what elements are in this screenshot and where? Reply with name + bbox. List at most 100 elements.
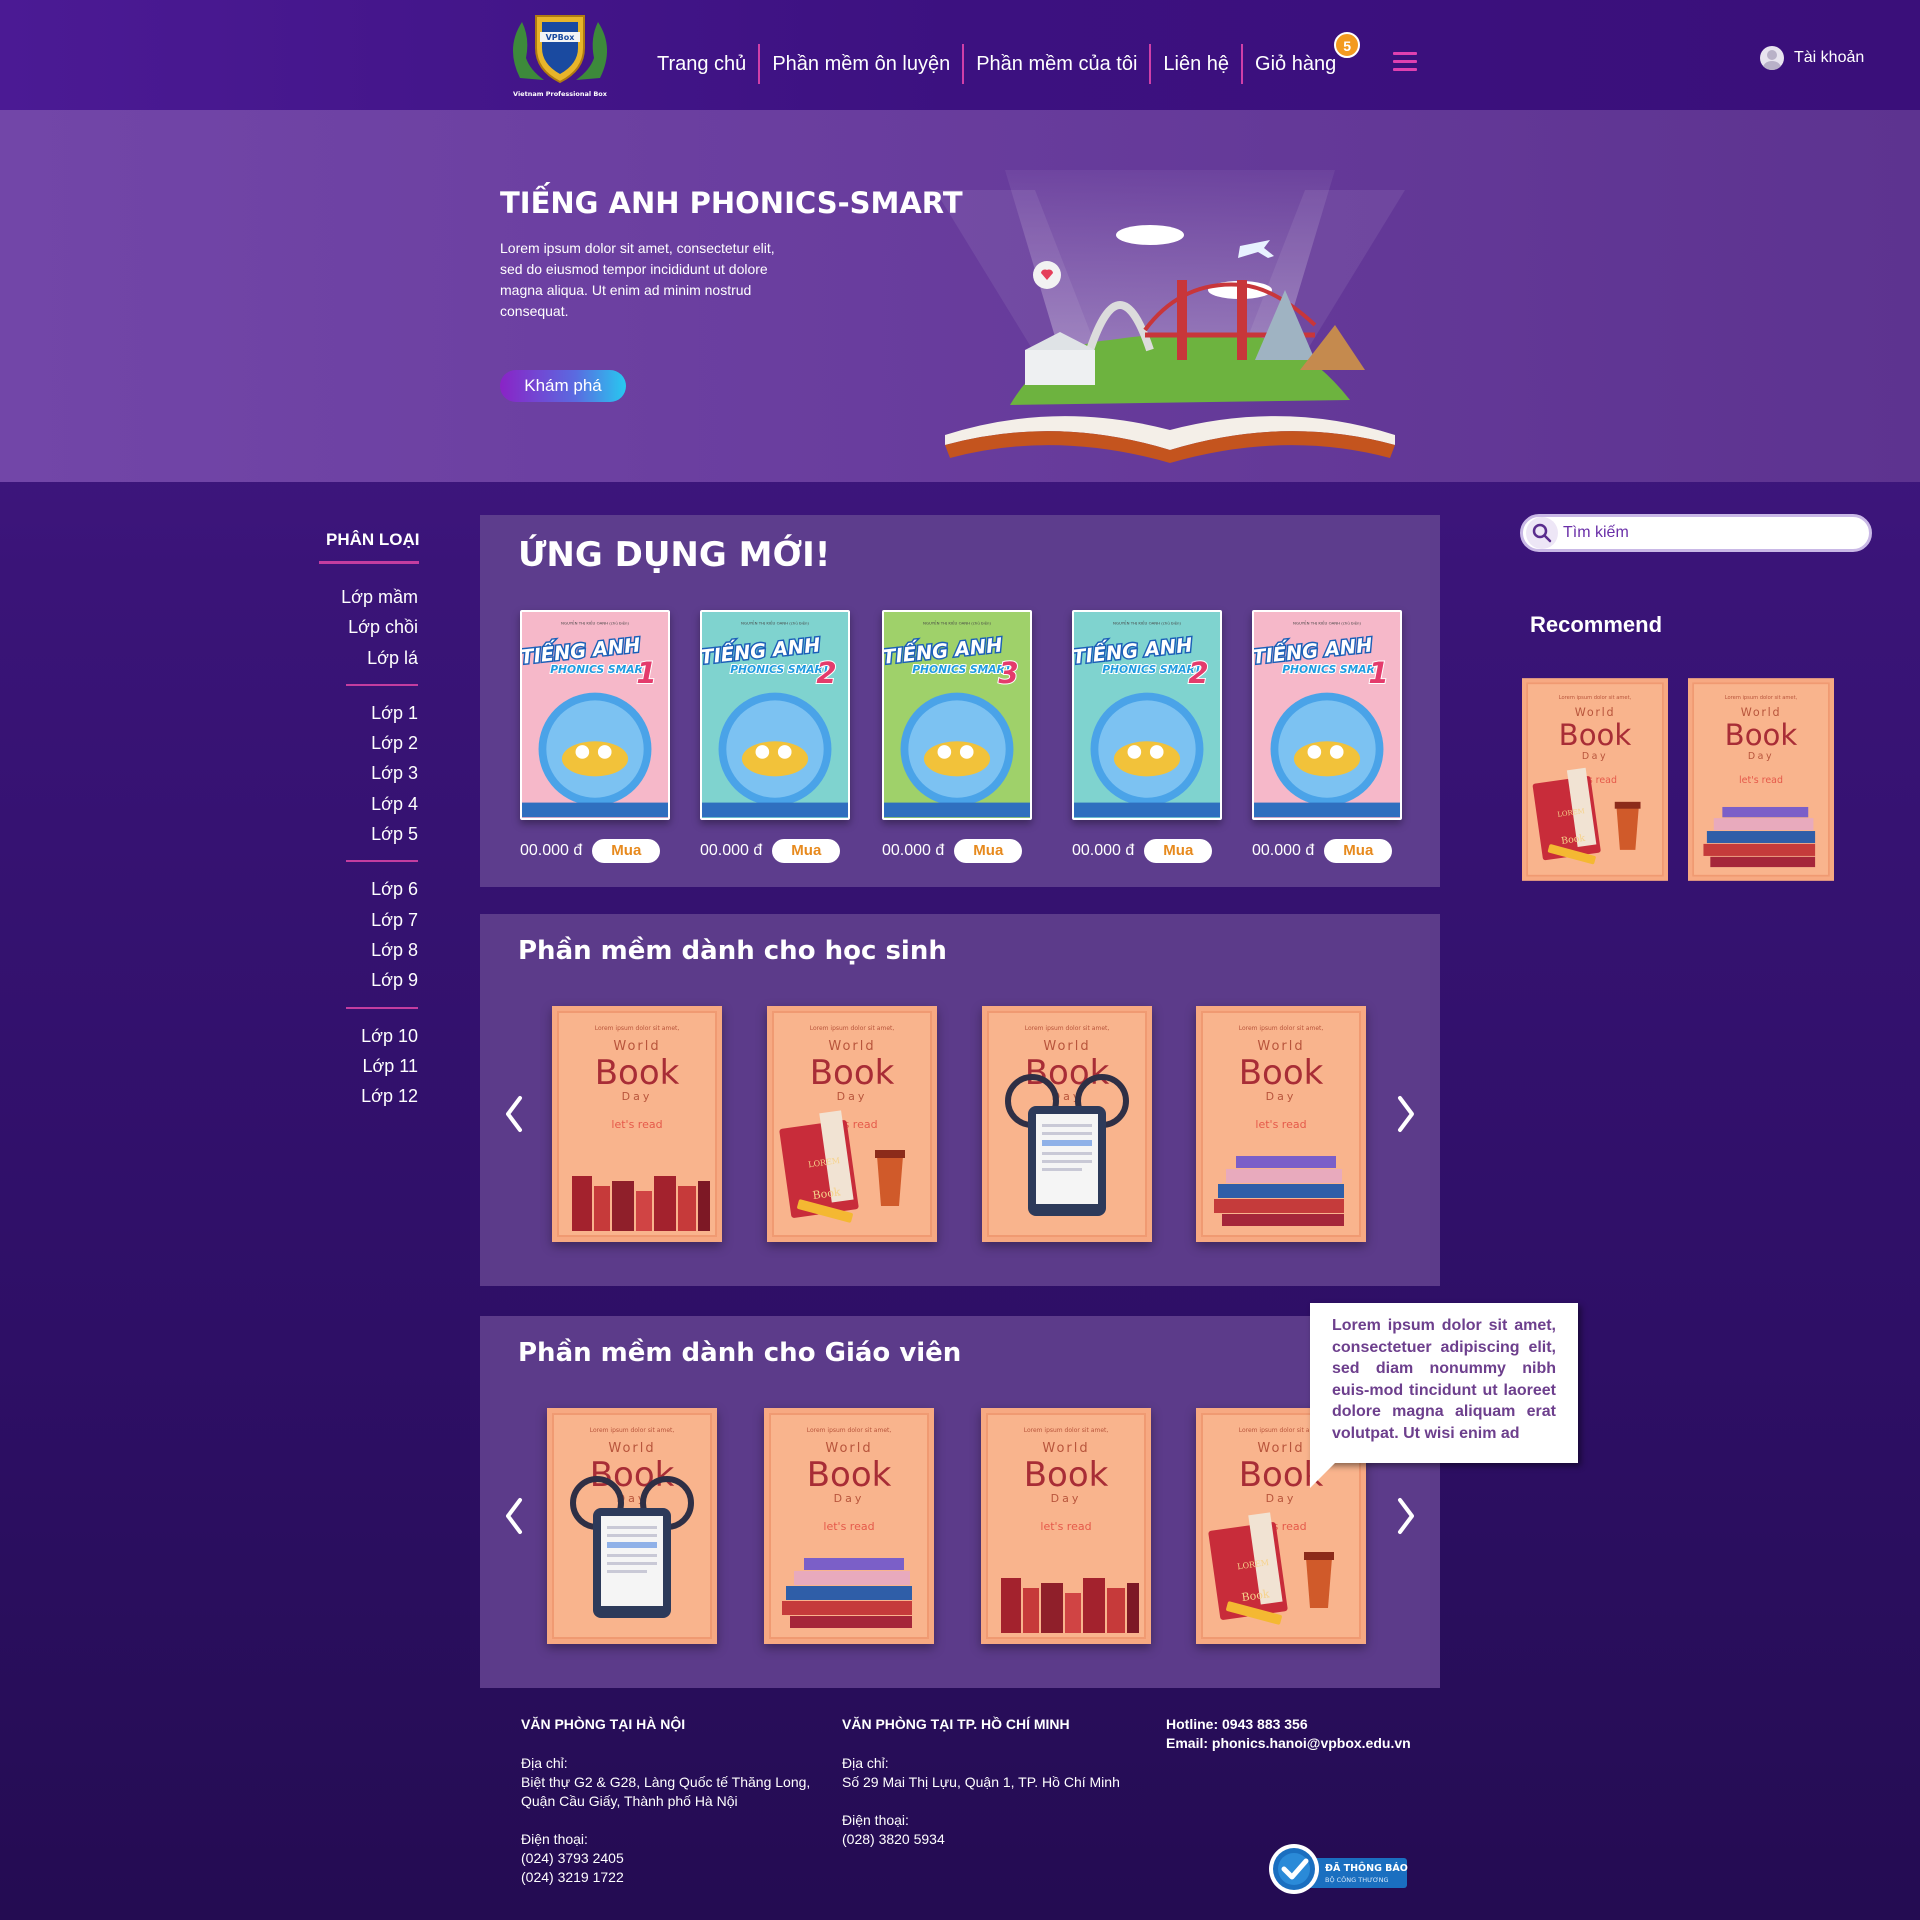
- svg-text:World: World: [1257, 1441, 1304, 1456]
- svg-text:Lorem ipsum dolor sit amet,: Lorem ipsum dolor sit amet,: [1559, 695, 1632, 701]
- product-cover-image[interactable]: NGUYỄN THỊ KIỀU OANH (chủ biên) TIẾNG AN…: [879, 610, 1032, 820]
- nav-contact[interactable]: Liên hệ: [1151, 44, 1241, 84]
- badge-title: ĐÃ THÔNG BÁO: [1325, 1862, 1408, 1874]
- search-bar: [1520, 514, 1872, 552]
- category-item[interactable]: Lớp 6: [300, 874, 418, 904]
- svg-text:Day: Day: [1266, 1492, 1297, 1505]
- category-item[interactable]: Lớp 5: [300, 819, 418, 849]
- software-book-card[interactable]: Lorem ipsum dolor sit amet, World Book D…: [764, 1408, 934, 1644]
- svg-text:World: World: [1575, 706, 1616, 719]
- footer-hotline[interactable]: Hotline: 0943 883 356: [1166, 1715, 1411, 1734]
- buy-button[interactable]: Mua: [954, 839, 1023, 863]
- footer-hcm-office: VĂN PHÒNG TẠI TP. HỒ CHÍ MINH Địa chỉ: S…: [842, 1715, 1120, 1849]
- footer-address-line: Quận Cầu Giấy, Thành phố Hà Nội: [521, 1793, 738, 1809]
- category-item[interactable]: Lớp lá: [300, 643, 418, 673]
- product-cover-image[interactable]: NGUYỄN THỊ KIỀU OANH (chủ biên) TIẾNG AN…: [517, 610, 670, 820]
- category-title: PHÂN LOẠI: [326, 530, 420, 549]
- category-item[interactable]: Lớp 1: [300, 698, 418, 728]
- nav-practice-software[interactable]: Phần mềm ôn luyện: [760, 44, 962, 84]
- category-item[interactable]: Lớp 11: [300, 1051, 418, 1081]
- search-input[interactable]: [1563, 524, 1853, 542]
- category-item[interactable]: Lớp 12: [300, 1081, 418, 1111]
- product-price: 00.000 đ: [520, 842, 583, 859]
- category-item[interactable]: Lớp 7: [300, 905, 418, 935]
- hamburger-menu-icon[interactable]: [1393, 52, 1417, 72]
- svg-text:World: World: [1042, 1441, 1089, 1456]
- software-book-card[interactable]: Lorem ipsum dolor sit amet, World Book D…: [552, 1006, 722, 1242]
- price-row: 00.000 đ Mua: [700, 839, 850, 863]
- product-price: 00.000 đ: [700, 842, 763, 859]
- buy-button[interactable]: Mua: [1144, 839, 1213, 863]
- software-book-card[interactable]: Lorem ipsum dolor sit amet, World Book D…: [982, 1006, 1152, 1242]
- footer-phone[interactable]: (028) 3820 5934: [842, 1830, 1120, 1849]
- product-card: NGUYỄN THỊ KIỀU OANH (chủ biên) TIẾNG AN…: [697, 610, 850, 863]
- product-price: 00.000 đ: [1252, 842, 1315, 859]
- svg-text:World: World: [1257, 1039, 1304, 1054]
- software-book-card[interactable]: Lorem ipsum dolor sit amet, World Book D…: [981, 1408, 1151, 1644]
- software-book-card[interactable]: Lorem ipsum dolor sit amet, World Book D…: [547, 1408, 717, 1644]
- top-header: VPBox Vietnam Professional Box Trang chủ…: [0, 0, 1920, 110]
- footer-address-label: Địa chỉ:: [521, 1755, 568, 1771]
- svg-text:Day: Day: [1266, 1090, 1297, 1103]
- buy-button[interactable]: Mua: [592, 839, 661, 863]
- hero-description: Lorem ipsum dolor sit amet, consectetur …: [500, 240, 775, 319]
- software-book-card[interactable]: Lorem ipsum dolor sit amet, World Book D…: [1196, 1006, 1366, 1242]
- search-icon[interactable]: [1525, 516, 1559, 550]
- chevron-left-icon[interactable]: [502, 1094, 526, 1134]
- chevron-left-icon[interactable]: [502, 1496, 526, 1536]
- footer-address-line: Biệt thự G2 & G28, Làng Quốc tế Thăng Lo…: [521, 1774, 811, 1790]
- nav-my-software[interactable]: Phần mềm của tôi: [964, 44, 1149, 84]
- svg-text:Vietnam Professional Box: Vietnam Professional Box: [513, 90, 608, 98]
- buy-button[interactable]: Mua: [1324, 839, 1393, 863]
- cart-count-badge: 5: [1334, 32, 1361, 58]
- svg-text:Book: Book: [1725, 718, 1798, 752]
- svg-text:Lorem ipsum dolor sit amet,: Lorem ipsum dolor sit amet,: [595, 1025, 680, 1032]
- category-divider: [346, 1006, 418, 1009]
- svg-text:Lorem ipsum dolor sit amet,: Lorem ipsum dolor sit amet,: [1725, 695, 1798, 701]
- product-card: NGUYỄN THỊ KIỀU OANH (chủ biên) TIẾNG AN…: [1249, 610, 1402, 863]
- teacher-software-panel: Phần mềm dành cho Giáo viên Lorem ipsum …: [480, 1316, 1440, 1688]
- svg-text:Day: Day: [837, 1090, 868, 1103]
- buy-button[interactable]: Mua: [772, 839, 841, 863]
- footer-contact: Hotline: 0943 883 356 Email: phonics.han…: [1166, 1715, 1411, 1753]
- footer-phone[interactable]: (024) 3219 1722: [521, 1868, 810, 1887]
- footer-phone[interactable]: (024) 3793 2405: [521, 1849, 810, 1868]
- nav-cart-label: Giỏ hàng: [1255, 53, 1337, 75]
- chevron-right-icon[interactable]: [1394, 1094, 1418, 1134]
- product-card: NGUYỄN THỊ KIỀU OANH (chủ biên) TIẾNG AN…: [879, 610, 1032, 863]
- recommend-book-card[interactable]: Lorem ipsum dolor sit amet, World Book D…: [1522, 678, 1668, 881]
- site-logo[interactable]: VPBox Vietnam Professional Box: [500, 8, 620, 100]
- account-link[interactable]: Tài khoản: [1760, 46, 1864, 70]
- svg-text:Lorem ipsum dolor sit amet,: Lorem ipsum dolor sit amet,: [810, 1025, 895, 1032]
- svg-text:Lorem ipsum dolor sit amet,: Lorem ipsum dolor sit amet,: [590, 1427, 675, 1434]
- price-row: 00.000 đ Mua: [1072, 839, 1222, 863]
- ministry-certified-badge[interactable]: ĐÃ THÔNG BÁO BỘ CÔNG THƯƠNG: [1267, 1842, 1409, 1896]
- svg-text:NGUYỄN THỊ KIỀU OANH (chủ biên: NGUYỄN THỊ KIỀU OANH (chủ biên): [741, 620, 809, 625]
- product-cover-image[interactable]: NGUYỄN THỊ KIỀU OANH (chủ biên) TIẾNG AN…: [697, 610, 850, 820]
- category-item[interactable]: Lớp 10: [300, 1021, 418, 1051]
- software-book-card[interactable]: Lorem ipsum dolor sit amet, World Book D…: [767, 1006, 937, 1242]
- footer-email[interactable]: Email: phonics.hanoi@vpbox.edu.vn: [1166, 1734, 1411, 1753]
- category-title-underline: [319, 561, 419, 564]
- category-item[interactable]: Lớp chồi: [300, 612, 418, 642]
- svg-text:NGUYỄN THỊ KIỀU OANH (chủ biên: NGUYỄN THỊ KIỀU OANH (chủ biên): [923, 620, 991, 625]
- nav-home[interactable]: Trang chủ: [645, 44, 758, 84]
- svg-text:1: 1: [636, 656, 656, 690]
- category-item[interactable]: Lớp 2: [300, 728, 418, 758]
- category-item[interactable]: Lớp 3: [300, 758, 418, 788]
- category-item[interactable]: Lớp 8: [300, 935, 418, 965]
- chevron-right-icon[interactable]: [1394, 1496, 1418, 1536]
- svg-text:Day: Day: [834, 1492, 865, 1505]
- svg-text:Lorem ipsum dolor sit amet,: Lorem ipsum dolor sit amet,: [1024, 1427, 1109, 1434]
- svg-text:Lorem ipsum dolor sit amet,: Lorem ipsum dolor sit amet,: [807, 1427, 892, 1434]
- recommend-book-card[interactable]: Lorem ipsum dolor sit amet, World Book D…: [1688, 678, 1834, 881]
- product-cover-image[interactable]: NGUYỄN THỊ KIỀU OANH (chủ biên) TIẾNG AN…: [1069, 610, 1222, 820]
- category-item[interactable]: Lớp 4: [300, 789, 418, 819]
- nav-cart[interactable]: Giỏ hàng 5: [1243, 32, 1361, 84]
- explore-button[interactable]: Khám phá: [500, 370, 626, 402]
- category-item[interactable]: Lớp 9: [300, 965, 418, 995]
- product-cover-image[interactable]: NGUYỄN THỊ KIỀU OANH (chủ biên) TIẾNG AN…: [1249, 610, 1402, 820]
- category-item[interactable]: Lớp mầm: [300, 582, 418, 612]
- product-card: NGUYỄN THỊ KIỀU OANH (chủ biên) TIẾNG AN…: [517, 610, 670, 863]
- category-divider: [346, 683, 418, 686]
